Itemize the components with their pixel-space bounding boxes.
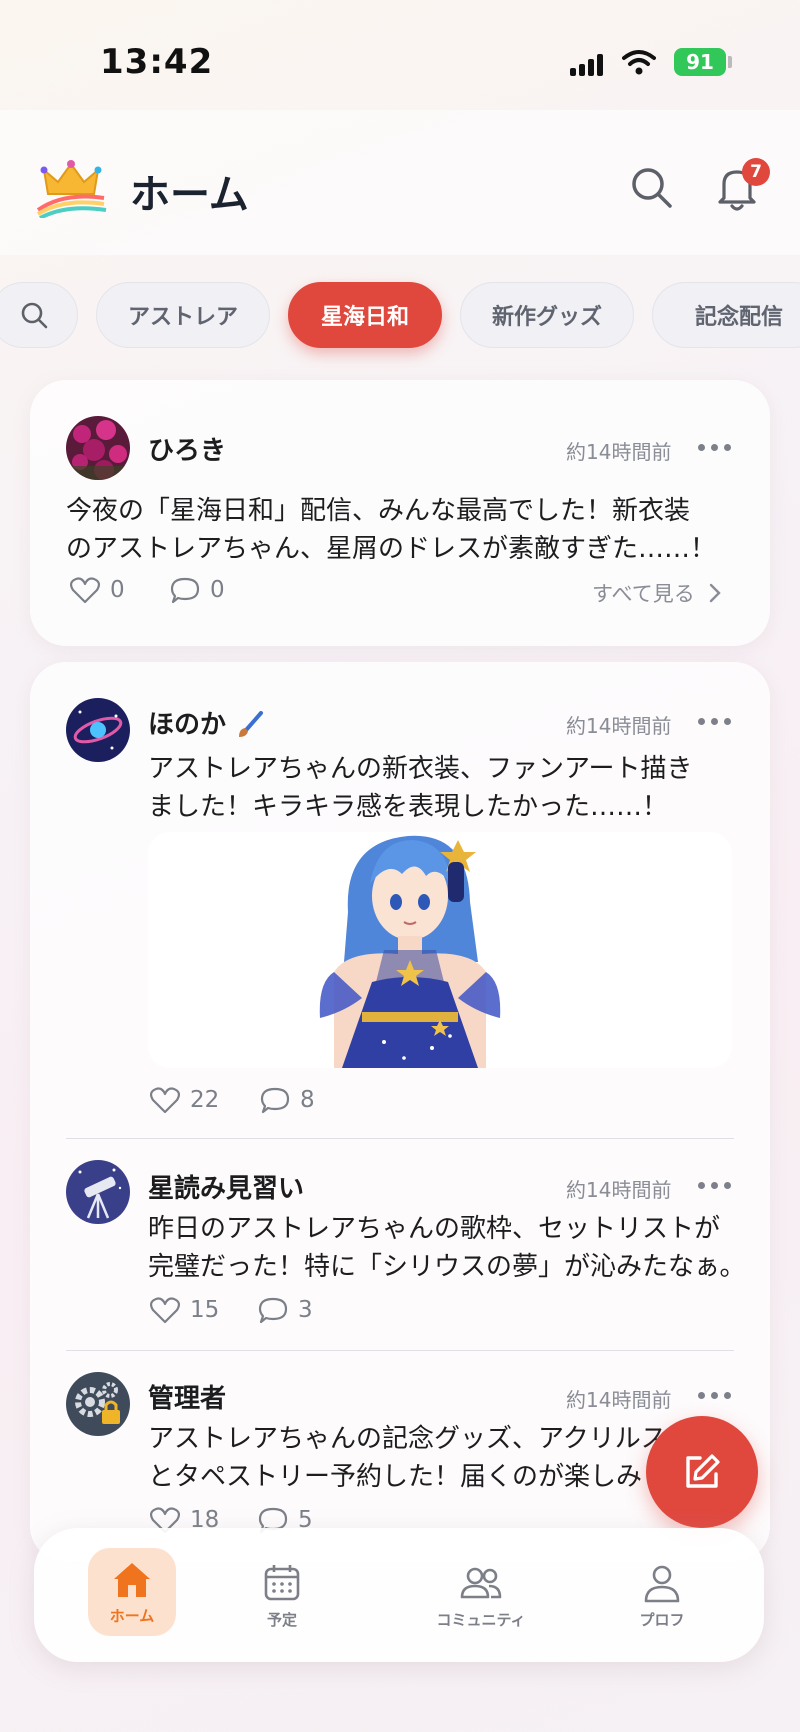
username[interactable]: ひろき bbox=[148, 430, 226, 467]
username[interactable]: ほのか bbox=[148, 704, 265, 741]
chip-anniversary-stream[interactable]: 記念配信 bbox=[652, 282, 800, 348]
comment-icon bbox=[258, 1297, 288, 1324]
post-text-line: 今夜の「星海日和」配信、みんな最高でした！新衣装 bbox=[66, 496, 691, 526]
compose-post-button[interactable] bbox=[646, 1416, 758, 1528]
crown-logo-icon bbox=[36, 160, 107, 218]
nav-community[interactable]: コミュニティ bbox=[406, 1546, 556, 1646]
post-text: 昨日のアストレアちゃんの歌枠、セットリストが 完璧だった！特に「シリウスの夢」が… bbox=[148, 1210, 758, 1286]
thread-card: ほのか 約14時間前 アストレアちゃんの新衣装、ファンアート描き ました！キラキ… bbox=[30, 662, 770, 1562]
community-icon bbox=[460, 1567, 502, 1598]
notification-badge: 7 bbox=[742, 158, 770, 186]
fan-art-image[interactable] bbox=[148, 832, 732, 1068]
more-options-icon[interactable] bbox=[698, 442, 732, 452]
anime-character-illustration bbox=[148, 832, 732, 1068]
username-text: ほのか bbox=[148, 710, 227, 740]
like-button[interactable]: 15 bbox=[150, 1296, 219, 1324]
status-bar: 13:42 91 bbox=[0, 0, 800, 110]
heart-icon bbox=[70, 577, 100, 604]
post-text: アストレアちゃんの新衣装、ファンアート描き ました！キラキラ感を表現したかった…… bbox=[148, 750, 748, 826]
post-timestamp: 約14時間前 bbox=[566, 1178, 672, 1202]
filter-chip-row: アストレア 星海日和 新作グッズ 記念配信 bbox=[0, 282, 800, 350]
nav-label: コミュニティ bbox=[436, 1610, 526, 1629]
comment-button[interactable]: 8 bbox=[260, 1086, 315, 1114]
chip-new-goods[interactable]: 新作グッズ bbox=[460, 282, 634, 348]
post-text-line: のアストレアちゃん、星屑のドレスが素敵すぎた……！ bbox=[66, 534, 717, 564]
more-options-icon[interactable] bbox=[698, 1390, 732, 1400]
post-timestamp: 約14時間前 bbox=[566, 714, 672, 738]
nav-label: 予定 bbox=[266, 1610, 297, 1629]
nav-schedule[interactable]: 予定 bbox=[222, 1546, 342, 1646]
search-icon[interactable] bbox=[628, 164, 674, 210]
nav-label: プロフ bbox=[639, 1610, 685, 1629]
edit-icon bbox=[686, 1454, 720, 1488]
divider bbox=[66, 1350, 734, 1351]
chip-hoshiumi-biyori[interactable]: 星海日和 bbox=[288, 282, 442, 348]
post-card: ひろき 約14時間前 今夜の「星海日和」配信、みんな最高でした！新衣装 のアスト… bbox=[30, 380, 770, 646]
home-icon bbox=[114, 1562, 150, 1597]
see-all-label: すべて見る bbox=[592, 582, 695, 606]
nav-home[interactable]: ホーム bbox=[88, 1548, 176, 1636]
flower-avatar-image bbox=[66, 416, 130, 480]
chevron-right-icon bbox=[709, 583, 721, 603]
post-timestamp: 約14時間前 bbox=[566, 1388, 672, 1412]
more-options-icon[interactable] bbox=[698, 1180, 732, 1190]
search-icon bbox=[21, 302, 48, 329]
avatar[interactable] bbox=[66, 1372, 130, 1436]
profile-icon bbox=[644, 1565, 680, 1602]
post-text-line: 昨日のアストレアちゃんの歌枠、セットリストが bbox=[148, 1214, 721, 1244]
heart-icon bbox=[150, 1087, 180, 1114]
battery-tip bbox=[728, 56, 732, 68]
like-count: 15 bbox=[190, 1297, 220, 1323]
comment-button[interactable]: 3 bbox=[258, 1296, 313, 1324]
comment-count: 0 bbox=[210, 577, 225, 603]
comment-count: 8 bbox=[300, 1087, 315, 1113]
post-text-line: ました！キラキラ感を表現したかった……！ bbox=[148, 792, 669, 822]
status-time: 13:42 bbox=[100, 42, 214, 82]
like-button[interactable]: 0 bbox=[70, 576, 125, 604]
telescope-avatar-image bbox=[66, 1160, 130, 1224]
admin-gear-avatar-image bbox=[66, 1372, 130, 1436]
page-title: ホーム bbox=[130, 172, 249, 218]
comment-button[interactable]: 0 bbox=[170, 576, 225, 604]
comment-icon bbox=[260, 1087, 290, 1114]
comment-icon bbox=[170, 577, 200, 604]
galaxy-avatar-image bbox=[66, 698, 130, 762]
nav-label: ホーム bbox=[109, 1606, 155, 1625]
post-text-line: アストレアちゃんの新衣装、ファンアート描き bbox=[148, 754, 693, 784]
more-options-icon[interactable] bbox=[698, 716, 732, 726]
chip-astrea[interactable]: アストレア bbox=[96, 282, 270, 348]
username[interactable]: 管理者 bbox=[148, 1378, 226, 1415]
post-text-line: 完璧だった！特に「シリウスの夢」が沁みたなぁ。 bbox=[148, 1252, 746, 1282]
like-count: 22 bbox=[190, 1087, 220, 1113]
avatar[interactable] bbox=[66, 1160, 130, 1224]
paintbrush-icon bbox=[239, 710, 264, 737]
like-button[interactable]: 22 bbox=[150, 1086, 219, 1114]
battery-level: 91 bbox=[674, 48, 726, 76]
avatar[interactable] bbox=[66, 698, 130, 762]
username[interactable]: 星読み見習い bbox=[148, 1168, 304, 1205]
app-header: ホーム 7 bbox=[0, 110, 800, 255]
avatar[interactable] bbox=[66, 416, 130, 480]
heart-icon bbox=[150, 1297, 180, 1324]
wifi-icon bbox=[622, 50, 656, 75]
post-text: 今夜の「星海日和」配信、みんな最高でした！新衣装 のアストレアちゃん、星屑のドレ… bbox=[66, 492, 756, 568]
comment-count: 3 bbox=[298, 1297, 313, 1323]
calendar-icon bbox=[264, 1564, 300, 1600]
divider bbox=[66, 1138, 734, 1139]
see-all-link[interactable]: すべて見る bbox=[592, 578, 721, 608]
signal-icon bbox=[570, 52, 610, 76]
post-timestamp: 約14時間前 bbox=[566, 440, 672, 464]
chip-search-button[interactable] bbox=[0, 282, 78, 348]
bottom-navigation: ホーム 予定 コミュニティ プロフ bbox=[34, 1528, 764, 1662]
like-count: 0 bbox=[110, 577, 125, 603]
nav-profile[interactable]: プロフ bbox=[602, 1546, 722, 1646]
